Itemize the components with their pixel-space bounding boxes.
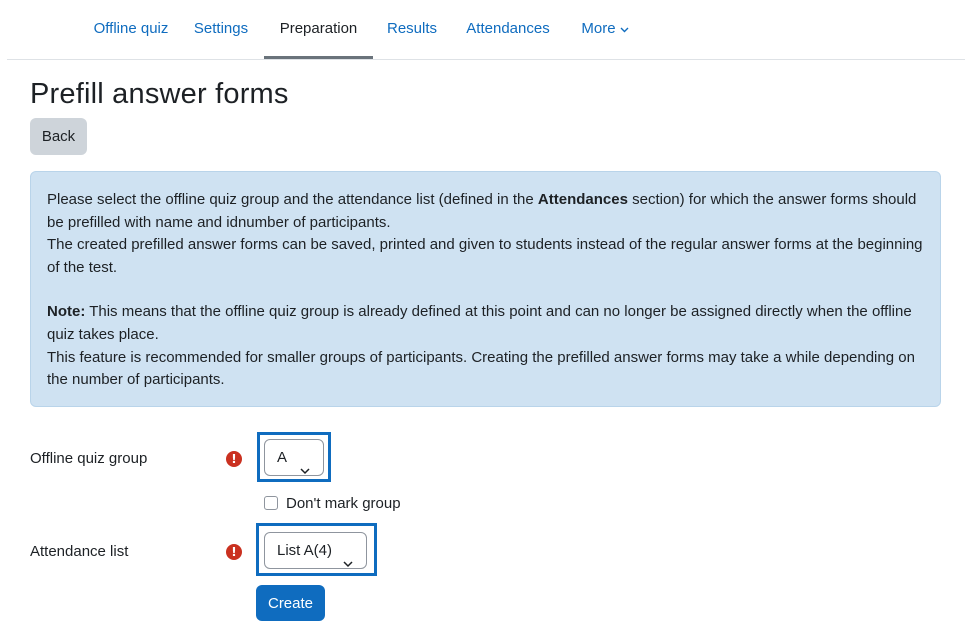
tab-offline-quiz[interactable]: Offline quiz [79,0,183,59]
select-value: List A(4) [277,542,333,559]
tab-more[interactable]: More [565,0,645,59]
back-button[interactable]: Back [30,118,87,155]
dont-mark-group-label[interactable]: Don't mark group [286,495,401,512]
attendance-list-label: Attendance list [30,543,129,560]
exclamation-circle-icon: ! [226,451,242,467]
dont-mark-group-checkbox[interactable] [264,496,278,510]
note-label: Note: [47,303,86,321]
tab-preparation[interactable]: Preparation [264,0,373,59]
offline-quiz-group-select[interactable]: A [264,439,324,476]
info-alert: Please select the offline quiz group and… [30,171,941,407]
tab-results[interactable]: Results [373,0,451,59]
info-paragraph-1: Please select the offline quiz group and… [47,189,924,234]
page-title: Prefill answer forms [30,78,289,110]
chevron-down-icon [620,0,629,58]
info-paragraph-4: This feature is recommended for smaller … [47,348,915,389]
exclamation-circle-icon: ! [226,544,242,560]
create-button[interactable]: Create [256,585,325,621]
chevron-down-icon [343,546,353,581]
chevron-down-icon [300,453,310,488]
info-text-bold: Attendances [537,191,628,208]
note-text: This means that the offline quiz group i… [47,303,912,343]
info-text: Please select the offline quiz group and… [47,191,538,208]
select-value: A [277,449,288,466]
info-paragraph-2: The created prefilled answer forms can b… [47,236,923,276]
secondary-navigation: Offline quiz Settings Preparation Result… [7,0,965,60]
tab-more-label: More [581,20,616,37]
tab-settings[interactable]: Settings [183,0,259,59]
offline-quiz-group-label: Offline quiz group [30,450,148,467]
info-note: Note: This means that the offline quiz g… [47,301,924,346]
attendance-list-select[interactable]: List A(4) [264,532,367,569]
tab-attendances[interactable]: Attendances [451,0,565,59]
